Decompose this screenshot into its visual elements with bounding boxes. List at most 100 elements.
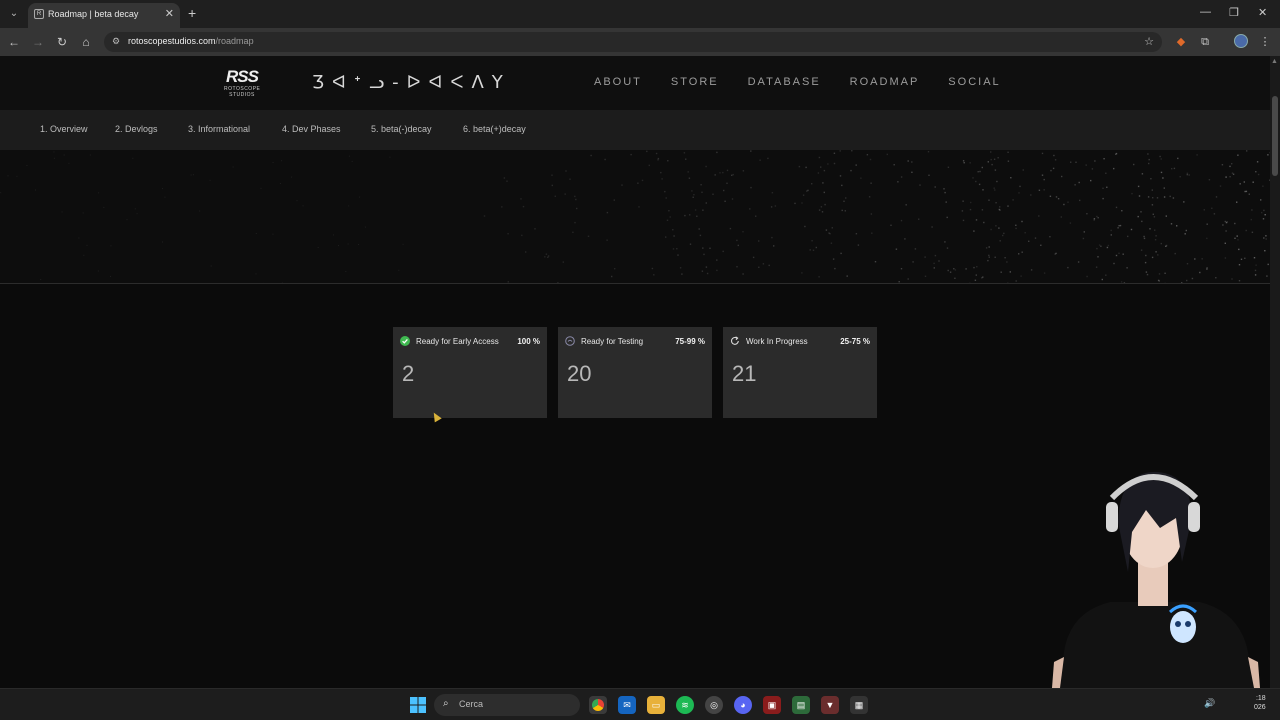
particle-dot [924,256,926,258]
particle-dot [681,273,683,275]
app-icon-2[interactable]: ▤ [792,696,810,714]
back-icon[interactable]: ← [6,34,22,50]
particle-dot [544,256,546,258]
volume-icon[interactable]: 🔊 [1204,698,1215,709]
favicon-icon: R [34,9,44,19]
particle-dot [1038,215,1040,217]
particle-dot [1181,282,1183,283]
chrome-app-icon[interactable] [589,696,607,714]
particle-dot [969,208,972,211]
subnav-overview[interactable]: 1. Overview [40,124,88,134]
spotify-app-icon[interactable]: ≋ [676,696,694,714]
particle-dot [972,177,974,179]
particle-dot [1096,247,1098,250]
extension-icon[interactable]: ◆ [1174,35,1188,49]
extensions-puzzle-icon[interactable]: ⧉ [1198,35,1212,49]
home-icon[interactable]: ⌂ [78,34,94,50]
reload-icon[interactable]: ↻ [54,34,70,50]
particle-dot [945,201,947,203]
particle-dot [817,172,820,174]
nav-database[interactable]: DATABASE [748,76,821,88]
restore-icon[interactable]: ❐ [1229,6,1239,19]
particle-dot [348,205,350,207]
particle-dot [918,218,920,220]
obs-app-icon[interactable]: ◎ [705,696,723,714]
tab-close-icon[interactable]: ✕ [165,7,174,20]
address-bar[interactable]: ⚙ rotoscopestudios.com/roadmap ☆ [104,32,1162,52]
minimize-icon[interactable]: — [1200,6,1211,18]
discord-app-icon[interactable]: ◕ [734,696,752,714]
site-info-icon[interactable]: ⚙ [112,36,120,47]
particle-dot [1049,236,1051,238]
particle-dot [192,174,194,176]
bookmark-star-icon[interactable]: ☆ [1144,35,1154,48]
taskbar-search[interactable]: ⌕ Cerca [434,694,580,716]
particle-dot [825,229,828,231]
nav-social[interactable]: SOCIAL [948,76,1000,88]
app-icon[interactable]: ▣ [763,696,781,714]
particle-dot [1012,199,1014,201]
windows-start-icon[interactable] [410,697,426,713]
new-tab-icon[interactable]: + [188,5,196,21]
subnav-devlogs[interactable]: 2. Devlogs [115,124,158,134]
particle-dot [1232,173,1235,175]
subnav-beta-plus-decay[interactable]: 6. beta(+)decay [463,124,526,134]
system-clock[interactable]: :18 026 [1254,694,1266,712]
app-icon-3[interactable]: ▼ [821,696,839,714]
scroll-thumb[interactable] [1272,96,1278,176]
nav-roadmap[interactable]: ROADMAP [850,76,920,88]
particle-dot [1248,193,1250,195]
particle-dot [1155,235,1157,237]
particle-dot [1206,237,1208,240]
particle-dot [979,170,981,173]
status-card-in-progress[interactable]: Work In Progress 25-75 % 21 [723,327,877,418]
particle-dot [823,169,826,172]
particle-dot [1158,273,1161,275]
particle-dot [831,227,833,229]
game-title-glyphs[interactable]: Ʒᐊᐩᓗ-ᐅᐊᐸᐱY [312,72,511,93]
nav-about[interactable]: ABOUT [594,76,642,88]
particle-dot [802,194,805,196]
window-close-icon[interactable]: ✕ [1258,6,1267,19]
page-scrollbar[interactable]: ▲ [1270,56,1280,688]
outlook-app-icon[interactable]: ✉ [618,696,636,714]
particle-dot [1153,216,1156,218]
particle-dot [1009,271,1011,273]
particle-dot [110,245,112,247]
browser-menu-icon[interactable]: ⋮ [1258,35,1272,49]
scroll-up-icon[interactable]: ▲ [1271,58,1278,65]
particle-dot [1174,252,1176,255]
tab-list-chevron-icon[interactable]: ⌄ [6,6,22,22]
app-icon-4[interactable]: ▦ [850,696,868,714]
particle-dot [501,206,503,208]
particle-dot [507,233,509,235]
particle-dot [521,234,523,237]
subnav-informational[interactable]: 3. Informational [188,124,250,134]
particle-dot [1141,173,1144,175]
particle-dot [1004,257,1006,259]
particle-dot [1164,272,1166,274]
subnav-beta-minus-decay[interactable]: 5. beta(-)decay [371,124,432,134]
particle-dot [333,234,334,236]
particle-dot [933,262,935,265]
forward-icon[interactable]: → [30,34,46,50]
status-card-early-access[interactable]: Ready for Early Access 100 % 2 [393,327,547,418]
subnav-dev-phases[interactable]: 4. Dev Phases [282,124,341,134]
particle-dot [703,253,705,256]
particle-dot [990,228,992,231]
particle-dot [983,221,985,224]
browser-tab[interactable]: R Roadmap | beta decay ✕ [28,3,180,28]
particle-dot [773,245,775,247]
particle-dot [904,238,906,240]
particle-dot [702,247,704,249]
particle-dot [860,177,862,179]
particle-dot [1183,201,1185,203]
site-logo[interactable]: RSS ROTOSCOPE STUDIOS [224,68,260,99]
particle-dot [821,211,824,213]
particle-dot [801,202,803,204]
status-card-testing[interactable]: Ready for Testing 75-99 % 20 [558,327,712,418]
file-explorer-icon[interactable]: ▭ [647,696,665,714]
particle-dot [1130,228,1133,231]
nav-store[interactable]: STORE [671,76,719,88]
profile-avatar[interactable] [1234,34,1248,48]
